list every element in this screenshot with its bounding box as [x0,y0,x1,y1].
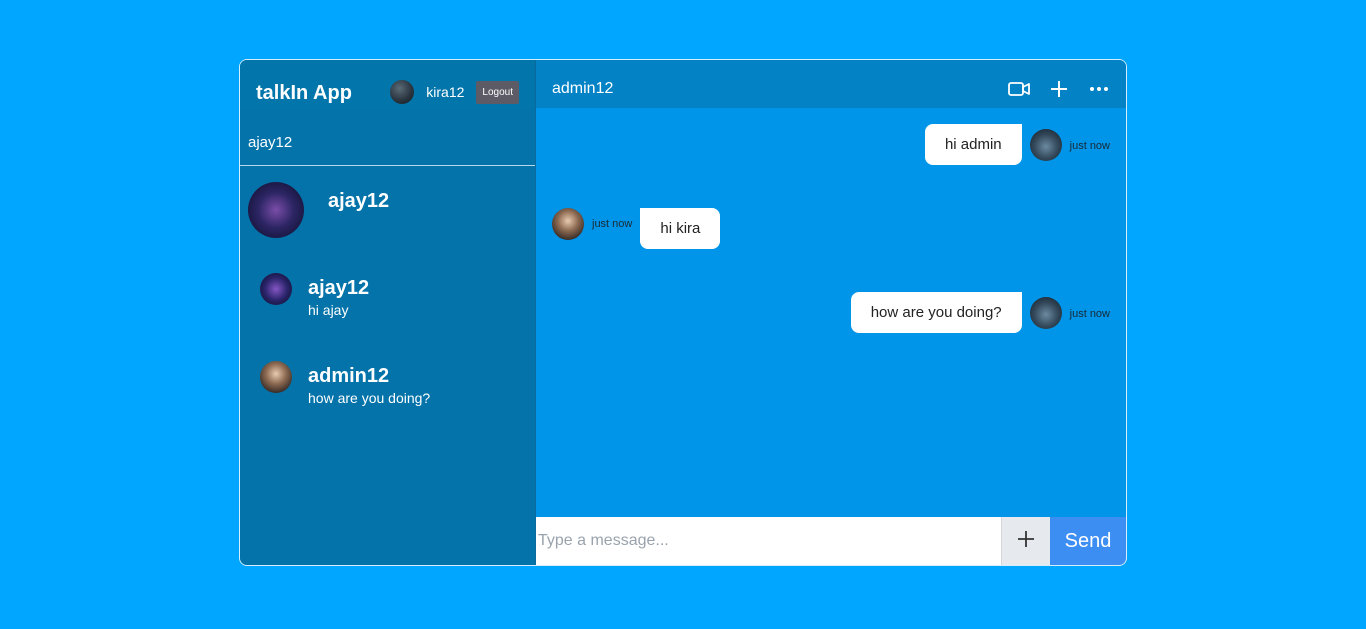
search-result-avatar [248,182,304,238]
message-bubble: hi admin [924,124,1022,165]
message-input-bar: Send [536,517,1126,565]
message-time: just now [1069,139,1110,152]
user-avatar [390,80,415,104]
chat-last-message: how are you doing? [308,390,431,406]
search-result-user[interactable]: ajay12 [248,182,389,238]
plus-icon [1017,530,1035,553]
chat-avatar [260,273,292,305]
search-result-name: ajay12 [328,190,390,212]
sidebar: talkIn App kira12 Logout ajay12 ajay12 a… [240,60,536,565]
message-bubble: how are you doing? [850,292,1022,333]
navbar: talkIn App kira12 Logout [240,60,535,108]
chat-name: ajay12 [308,277,370,299]
message-bubble: hi kira [640,208,721,249]
message-list: hi admin just now just now hi kira how a… [536,108,1126,517]
plus-icon[interactable] [1048,78,1070,100]
search-bar[interactable]: ajay12 [240,108,535,166]
chat-header-actions [990,78,1110,100]
chat-header: admin12 [536,60,1126,108]
message-sent: hi admin just now [924,124,1110,165]
message-time: just now [1069,307,1110,320]
chat-app: talkIn App kira12 Logout ajay12 ajay12 a… [239,59,1127,566]
send-button[interactable]: Send [1050,517,1126,565]
chat-name: admin12 [308,365,390,387]
current-username: kira12 [426,84,465,100]
chat-avatar [260,361,292,393]
chat-last-message: hi ajay [308,302,349,318]
attach-button[interactable] [1001,517,1050,565]
chat-title: admin12 [552,80,614,97]
message-sent: how are you doing? just now [850,292,1110,333]
message-time: just now [592,218,633,230]
chat-list-item[interactable]: admin12 how are you doing? [260,361,430,406]
message-input[interactable] [536,517,1001,565]
message-received: just now hi kira [552,208,721,249]
more-icon[interactable] [1088,78,1110,100]
app-logo: talkIn App [256,82,352,104]
message-avatar [1029,128,1062,161]
search-input[interactable]: ajay12 [248,134,292,151]
chat-list-item[interactable]: ajay12 hi ajay [260,273,369,318]
logout-button[interactable]: Logout [476,80,519,104]
video-camera-icon[interactable] [1008,78,1030,100]
message-avatar [552,208,584,240]
message-avatar [1029,296,1062,329]
current-user: kira12 Logout [390,80,519,104]
chat-pane: admin12 hi admin just now just now hi ki… [536,60,1126,565]
